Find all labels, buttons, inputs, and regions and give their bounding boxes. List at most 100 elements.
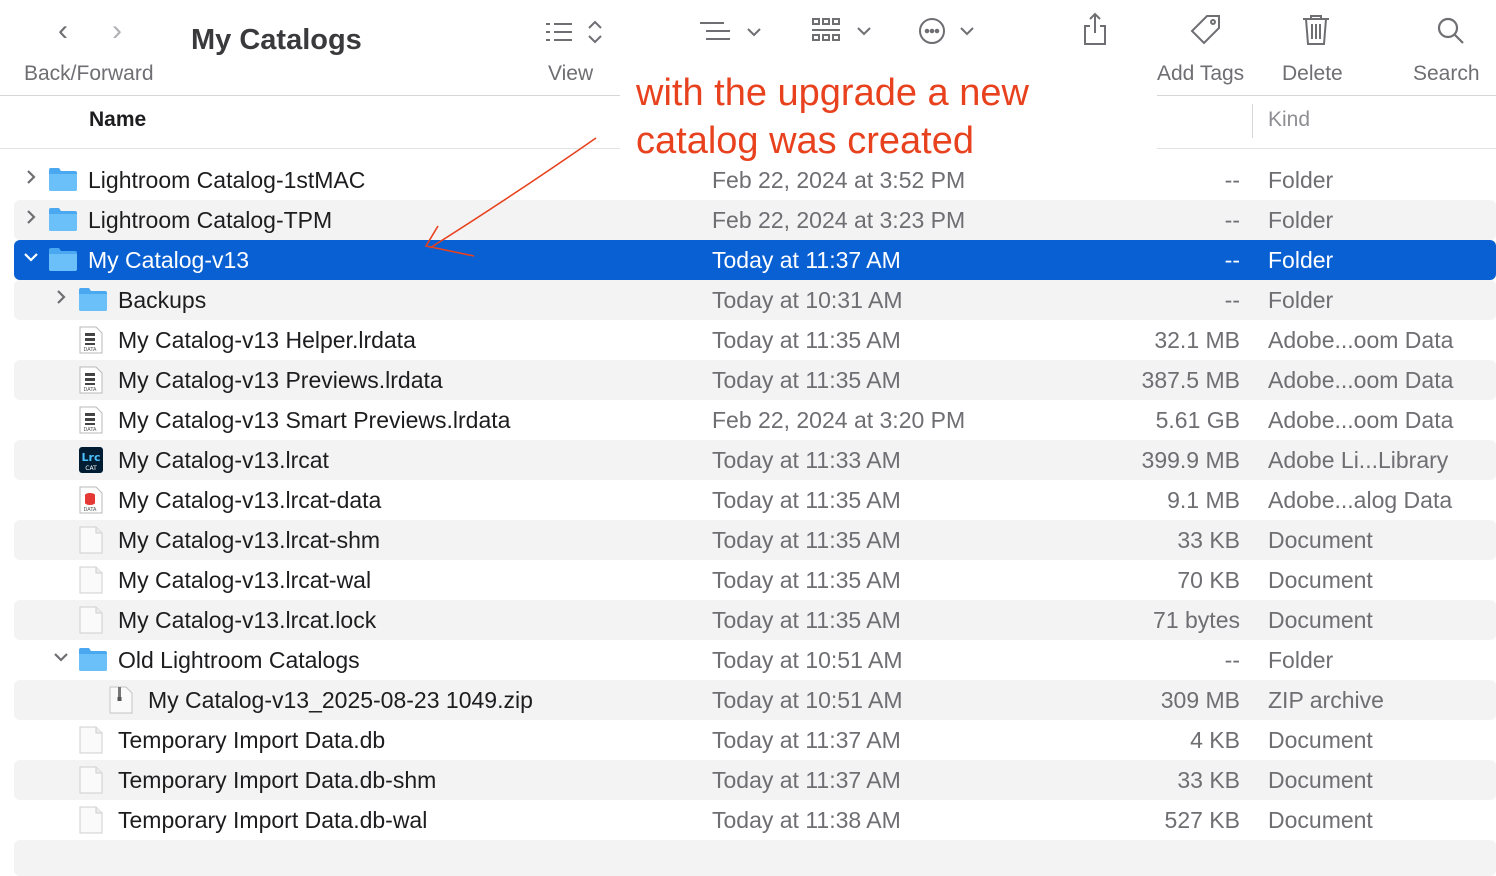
annotation-text-line-1: with the upgrade a new [636,72,1029,114]
window-title: My Catalogs [191,24,362,56]
file-kind: Folder [1268,207,1334,233]
file-row[interactable]: DATA My Catalog-v13 Smart Previews.lrdata… [14,400,1496,440]
document-icon [78,566,108,594]
file-row[interactable]: My Catalog-v13.lrcat-wal Today at 11:35 A… [14,560,1496,600]
date-modified: Today at 11:35 AM [712,487,901,513]
disclosure-collapsed-icon[interactable] [52,288,70,311]
empty-row [14,840,1496,876]
file-row[interactable]: DATA My Catalog-v13 Previews.lrdata Today … [14,360,1496,400]
file-kind: Adobe...oom Data [1268,367,1454,393]
file-row[interactable]: DATA My Catalog-v13.lrcat-data Today at 11… [14,480,1496,520]
file-kind: Document [1268,527,1373,553]
search-label: Search [1413,62,1480,85]
file-name: Temporary Import Data.db [118,727,386,753]
svg-text:DATA: DATA [84,507,97,513]
annotation-arrow [424,137,597,257]
file-kind: Document [1268,727,1373,753]
file-name: Lightroom Catalog-1stMAC [88,167,366,193]
document-icon [78,726,108,754]
date-modified: Today at 11:37 AM [712,727,901,753]
disclosure-expanded-icon[interactable] [52,648,70,671]
file-row[interactable]: Lightroom Catalog-1stMAC Feb 22, 2024 at … [14,160,1496,200]
back-forward-label: Back/Forward [24,62,154,85]
file-row[interactable]: Lrc CAT My Catalog-v13.lrcat Today at 11:33… [14,440,1496,480]
disclosure-collapsed-icon[interactable] [22,168,40,191]
file-kind: Folder [1268,167,1334,193]
file-row[interactable]: Temporary Import Data.db Today at 11:37 A… [14,720,1496,760]
file-kind: Adobe...alog Data [1268,487,1453,513]
lrcat-data-file-icon: DATA [78,486,108,514]
file-row[interactable]: Temporary Import Data.db-wal Today at 11:… [14,800,1496,840]
file-row[interactable]: Lightroom Catalog-TPM Feb 22, 2024 at 3:2… [14,200,1496,240]
file-name: My Catalog-v13 Previews.lrdata [118,367,443,393]
file-kind: Document [1268,607,1373,633]
file-size: 71 bytes [1153,607,1240,633]
date-modified: Feb 22, 2024 at 3:23 PM [712,207,966,233]
disclosure-expanded-icon[interactable] [22,248,40,271]
file-row[interactable]: Temporary Import Data.db-shm Today at 11:… [14,760,1496,800]
file-row[interactable]: Old Lightroom Catalogs Today at 10:51 AM -… [14,640,1496,680]
file-size: 399.9 MB [1141,447,1240,473]
file-name: Lightroom Catalog-TPM [88,207,333,233]
file-kind: Adobe Li...Library [1268,447,1449,473]
file-name: My Catalog-v13 Helper.lrdata [118,327,416,353]
file-row[interactable]: My Catalog-v13.lrcat.lock Today at 11:35 … [14,600,1496,640]
file-size: 387.5 MB [1141,367,1240,393]
add-tags-label: Add Tags [1157,62,1245,85]
document-icon [78,526,108,554]
file-row[interactable]: DATA My Catalog-v13 Helper.lrdata Today at… [14,320,1496,360]
file-name: My Catalog-v13 Smart Previews.lrdata [118,407,511,433]
column-header-kind[interactable]: Kind [1268,108,1310,132]
arrange-icon[interactable] [812,18,874,51]
list-view-icon[interactable] [546,20,606,51]
file-name: My Catalog-v13.lrcat.lock [118,607,377,633]
date-modified: Today at 11:33 AM [712,447,901,473]
disclosure-collapsed-icon[interactable] [22,208,40,231]
document-icon [78,606,108,634]
file-row[interactable]: My Catalog-v13.lrcat-shm Today at 11:35 A… [14,520,1496,560]
document-icon [78,766,108,794]
file-size: -- [1224,647,1240,673]
date-modified: Today at 11:37 AM [712,767,901,793]
file-size: 33 KB [1177,767,1240,793]
file-kind: Folder [1268,247,1334,273]
file-row[interactable]: My Catalog-v13 Today at 11:37 AM -- Folder [14,240,1496,280]
search-icon[interactable] [1436,16,1466,51]
file-kind: Document [1268,807,1373,833]
file-row[interactable]: Backups Today at 10:31 AM -- Folder [14,280,1496,320]
file-name: My Catalog-v13.lrcat-shm [118,527,381,553]
lrdata-file-icon: DATA [78,326,108,354]
date-modified: Today at 11:35 AM [712,527,901,553]
file-size: 33 KB [1177,527,1240,553]
file-kind: ZIP archive [1268,687,1384,713]
group-icon[interactable] [700,20,766,51]
date-modified: Today at 10:51 AM [712,647,903,673]
file-size: 32.1 MB [1154,327,1240,353]
file-size: -- [1224,287,1240,313]
file-name: Temporary Import Data.db-wal [118,807,428,833]
file-kind: Adobe...oom Data [1268,327,1454,353]
file-row[interactable]: My Catalog-v13_2025-08-23 1049.zip Today … [14,680,1496,720]
file-kind: Adobe...oom Data [1268,407,1454,433]
share-icon[interactable] [1082,12,1108,51]
document-icon [78,806,108,834]
file-size: -- [1224,167,1240,193]
date-modified: Today at 11:35 AM [712,567,901,593]
lrdata-file-icon: DATA [78,366,108,394]
folder-icon [48,206,78,234]
action-more-icon[interactable] [918,16,978,51]
forward-button[interactable]: › [112,14,122,48]
column-header-name[interactable]: Name [89,108,146,132]
date-modified: Today at 11:38 AM [712,807,901,833]
back-button[interactable]: ‹ [58,14,68,48]
file-name: Temporary Import Data.db-shm [118,767,437,793]
lrdata-file-icon: DATA [78,406,108,434]
lrcat-file-icon: Lrc CAT [78,446,108,474]
trash-icon[interactable] [1302,14,1330,51]
delete-label: Delete [1282,62,1343,85]
date-modified: Today at 11:35 AM [712,367,901,393]
folder-icon [78,286,108,314]
date-modified: Feb 22, 2024 at 3:52 PM [712,167,966,193]
tag-icon[interactable] [1190,14,1222,51]
date-modified: Today at 11:35 AM [712,607,901,633]
